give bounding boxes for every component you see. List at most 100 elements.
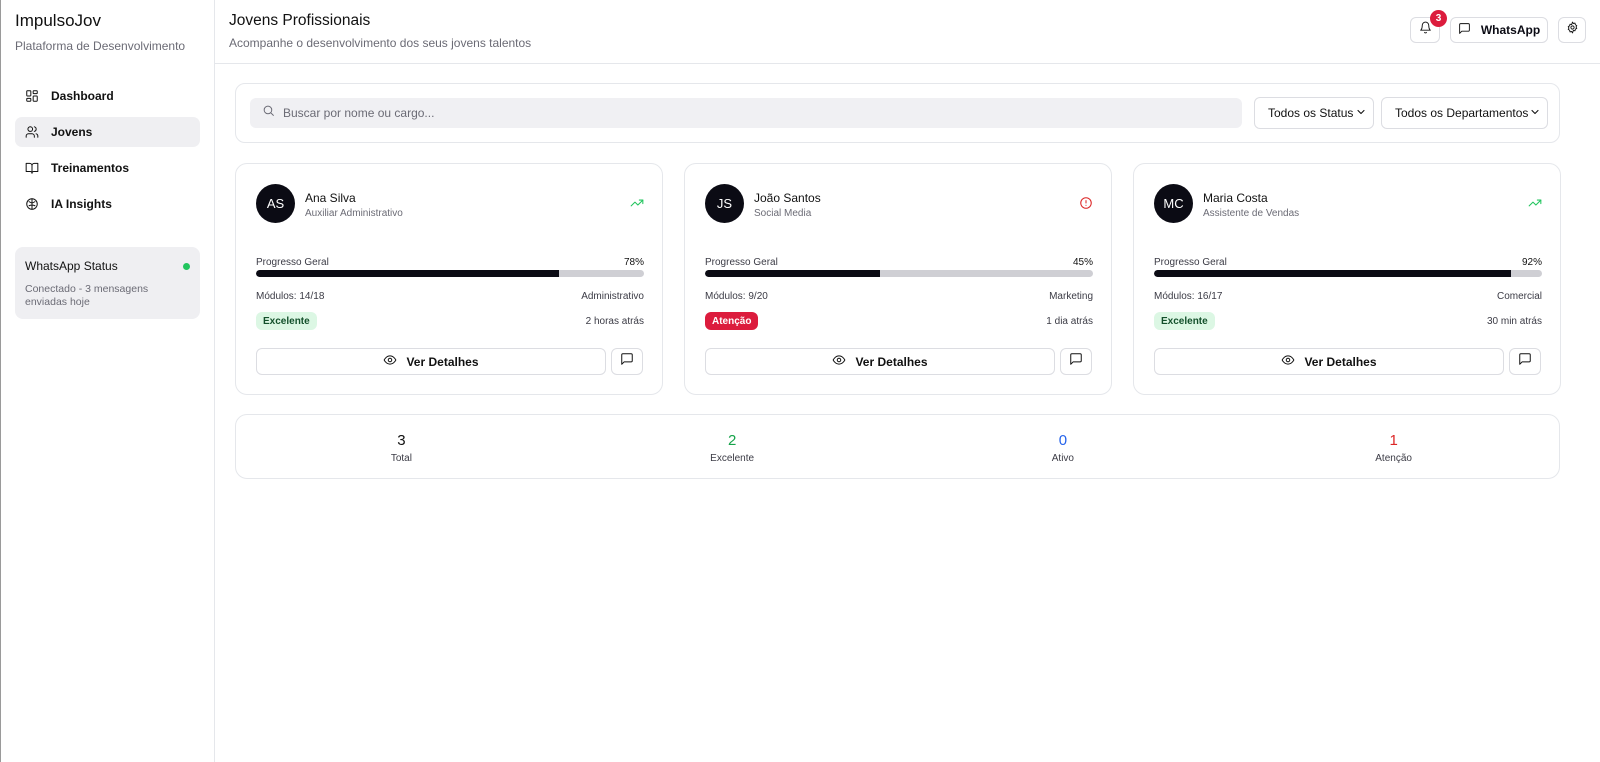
last-activity: 2 horas atrás: [585, 316, 644, 327]
eye-icon: [832, 353, 846, 370]
stat-label: Ativo: [1051, 453, 1074, 464]
profile-card: MC Maria Costa Assistente de Vendas Prog…: [1133, 163, 1561, 395]
view-details-label: Ver Detalhes: [1304, 354, 1377, 369]
whatsapp-status-indicator: [183, 262, 190, 270]
notifications-button[interactable]: 3: [1410, 10, 1447, 43]
progress-value: 78%: [623, 257, 644, 268]
stat-value: 0: [1058, 432, 1068, 449]
sidebar-item-jovens[interactable]: Jovens: [15, 117, 200, 147]
message-button[interactable]: [1509, 348, 1541, 375]
whatsapp-status-title: WhatsApp Status: [25, 259, 118, 273]
progress-label: Progresso Geral: [705, 257, 778, 268]
avatar: AS: [256, 184, 295, 223]
users-icon: [25, 125, 39, 139]
page-subtitle: Acompanhe o desenvolvimento dos seus jov…: [229, 36, 532, 50]
stat-value: 2: [727, 432, 737, 449]
page-title: Jovens Profissionais: [229, 12, 371, 29]
modules-count: Módulos: 14/18: [256, 291, 325, 302]
view-details-label: Ver Detalhes: [855, 354, 928, 369]
chevron-down-icon: [1355, 106, 1367, 121]
eye-icon: [1281, 353, 1295, 370]
trending-up-icon: [1528, 196, 1542, 210]
notification-count-badge: 3: [1430, 10, 1447, 27]
brain-icon: [25, 197, 39, 211]
whatsapp-status-card: WhatsApp Status Conectado - 3 mensagens …: [15, 247, 200, 319]
avatar: MC: [1154, 184, 1193, 223]
department-label: Administrativo: [581, 291, 644, 302]
search-input[interactable]: [283, 106, 1183, 120]
profile-cards: AS Ana Silva Auxiliar Administrativo Pro…: [235, 163, 1561, 395]
status-filter-select[interactable]: Todos os Status: [1254, 97, 1374, 129]
avatar: JS: [705, 184, 744, 223]
progress-label: Progresso Geral: [1154, 257, 1227, 268]
stat-excelente: 2 Excelente: [567, 415, 898, 478]
bell-icon: [1419, 21, 1432, 39]
sidebar-item-treinamentos[interactable]: Treinamentos: [15, 153, 200, 183]
brand-subtitle: Plataforma de Desenvolvimento: [15, 39, 186, 53]
message-square-icon: [620, 352, 634, 371]
message-button[interactable]: [611, 348, 643, 375]
filter-bar: Todos os Status Todos os Departamentos: [235, 83, 1560, 143]
whatsapp-button[interactable]: WhatsApp: [1450, 17, 1548, 43]
sidebar-nav: Dashboard Jovens Treinamentos IA Insight…: [15, 81, 200, 219]
view-details-button[interactable]: Ver Detalhes: [1154, 348, 1504, 375]
status-badge: Atenção: [705, 312, 759, 330]
profile-role: Social Media: [754, 208, 812, 219]
main-content: Jovens Profissionais Acompanhe o desenvo…: [215, 0, 1600, 762]
status-badge: Excelente: [256, 312, 317, 330]
progress-bar: [1154, 270, 1542, 277]
search-box[interactable]: [250, 98, 1242, 128]
whatsapp-button-label: WhatsApp: [1480, 23, 1541, 37]
profile-name: Maria Costa: [1203, 191, 1268, 205]
status-filter-value: Todos os Status: [1268, 106, 1354, 120]
profile-role: Assistente de Vendas: [1203, 208, 1300, 219]
stat-ativo: 0 Ativo: [898, 415, 1229, 478]
view-details-button[interactable]: Ver Detalhes: [705, 348, 1055, 375]
stat-value: 1: [1389, 432, 1398, 449]
department-label: Comercial: [1496, 291, 1542, 302]
stat-value: 3: [397, 432, 406, 449]
department-label: Marketing: [1049, 291, 1093, 302]
message-square-icon: [1069, 352, 1083, 371]
whatsapp-status-description: Conectado - 3 mensagens enviadas hoje: [25, 283, 149, 308]
view-details-label: Ver Detalhes: [406, 354, 479, 369]
trending-up-icon: [630, 196, 644, 210]
sidebar-item-ia-insights[interactable]: IA Insights: [15, 189, 200, 219]
progress-value: 92%: [1521, 257, 1542, 268]
sidebar-item-label: Treinamentos: [51, 161, 130, 175]
stat-total: 3 Total: [236, 415, 567, 478]
message-button[interactable]: [1060, 348, 1092, 375]
sidebar-item-label: Dashboard: [51, 89, 114, 103]
stat-atencao: 1 Atenção: [1228, 415, 1559, 478]
progress-bar: [705, 270, 1093, 277]
department-filter-select[interactable]: Todos os Departamentos: [1381, 97, 1548, 129]
settings-button[interactable]: [1558, 17, 1586, 43]
profile-card: JS João Santos Social Media Progresso Ge…: [684, 163, 1112, 395]
search-icon: [262, 104, 275, 122]
chevron-down-icon: [1529, 106, 1541, 121]
progress-value: 45%: [1072, 257, 1093, 268]
stat-label: Total: [390, 453, 412, 464]
gear-icon: [1566, 21, 1579, 39]
sidebar-item-dashboard[interactable]: Dashboard: [15, 81, 200, 111]
profile-name: Ana Silva: [305, 191, 356, 205]
eye-icon: [383, 353, 397, 370]
sidebar-item-label: Jovens: [51, 125, 93, 139]
profile-role: Auxiliar Administrativo: [305, 208, 403, 219]
modules-count: Módulos: 9/20: [705, 291, 768, 302]
last-activity: 1 dia atrás: [1046, 316, 1093, 327]
message-square-icon: [1458, 22, 1471, 38]
view-details-button[interactable]: Ver Detalhes: [256, 348, 606, 375]
last-activity: 30 min atrás: [1486, 316, 1542, 327]
summary-stats: 3 Total 2 Excelente 0 Ativo 1 Atenção: [235, 414, 1560, 479]
book-open-icon: [25, 161, 39, 175]
progress-label: Progresso Geral: [256, 257, 329, 268]
profile-card: AS Ana Silva Auxiliar Administrativo Pro…: [235, 163, 663, 395]
brand-title: ImpulsoJov: [15, 11, 101, 30]
sidebar-item-label: IA Insights: [51, 197, 112, 211]
page-header: Jovens Profissionais Acompanhe o desenvo…: [215, 0, 1600, 64]
alert-circle-icon: [1079, 196, 1093, 210]
stat-label: Excelente: [710, 453, 755, 464]
status-badge: Excelente: [1154, 312, 1215, 330]
profile-name: João Santos: [754, 191, 821, 205]
